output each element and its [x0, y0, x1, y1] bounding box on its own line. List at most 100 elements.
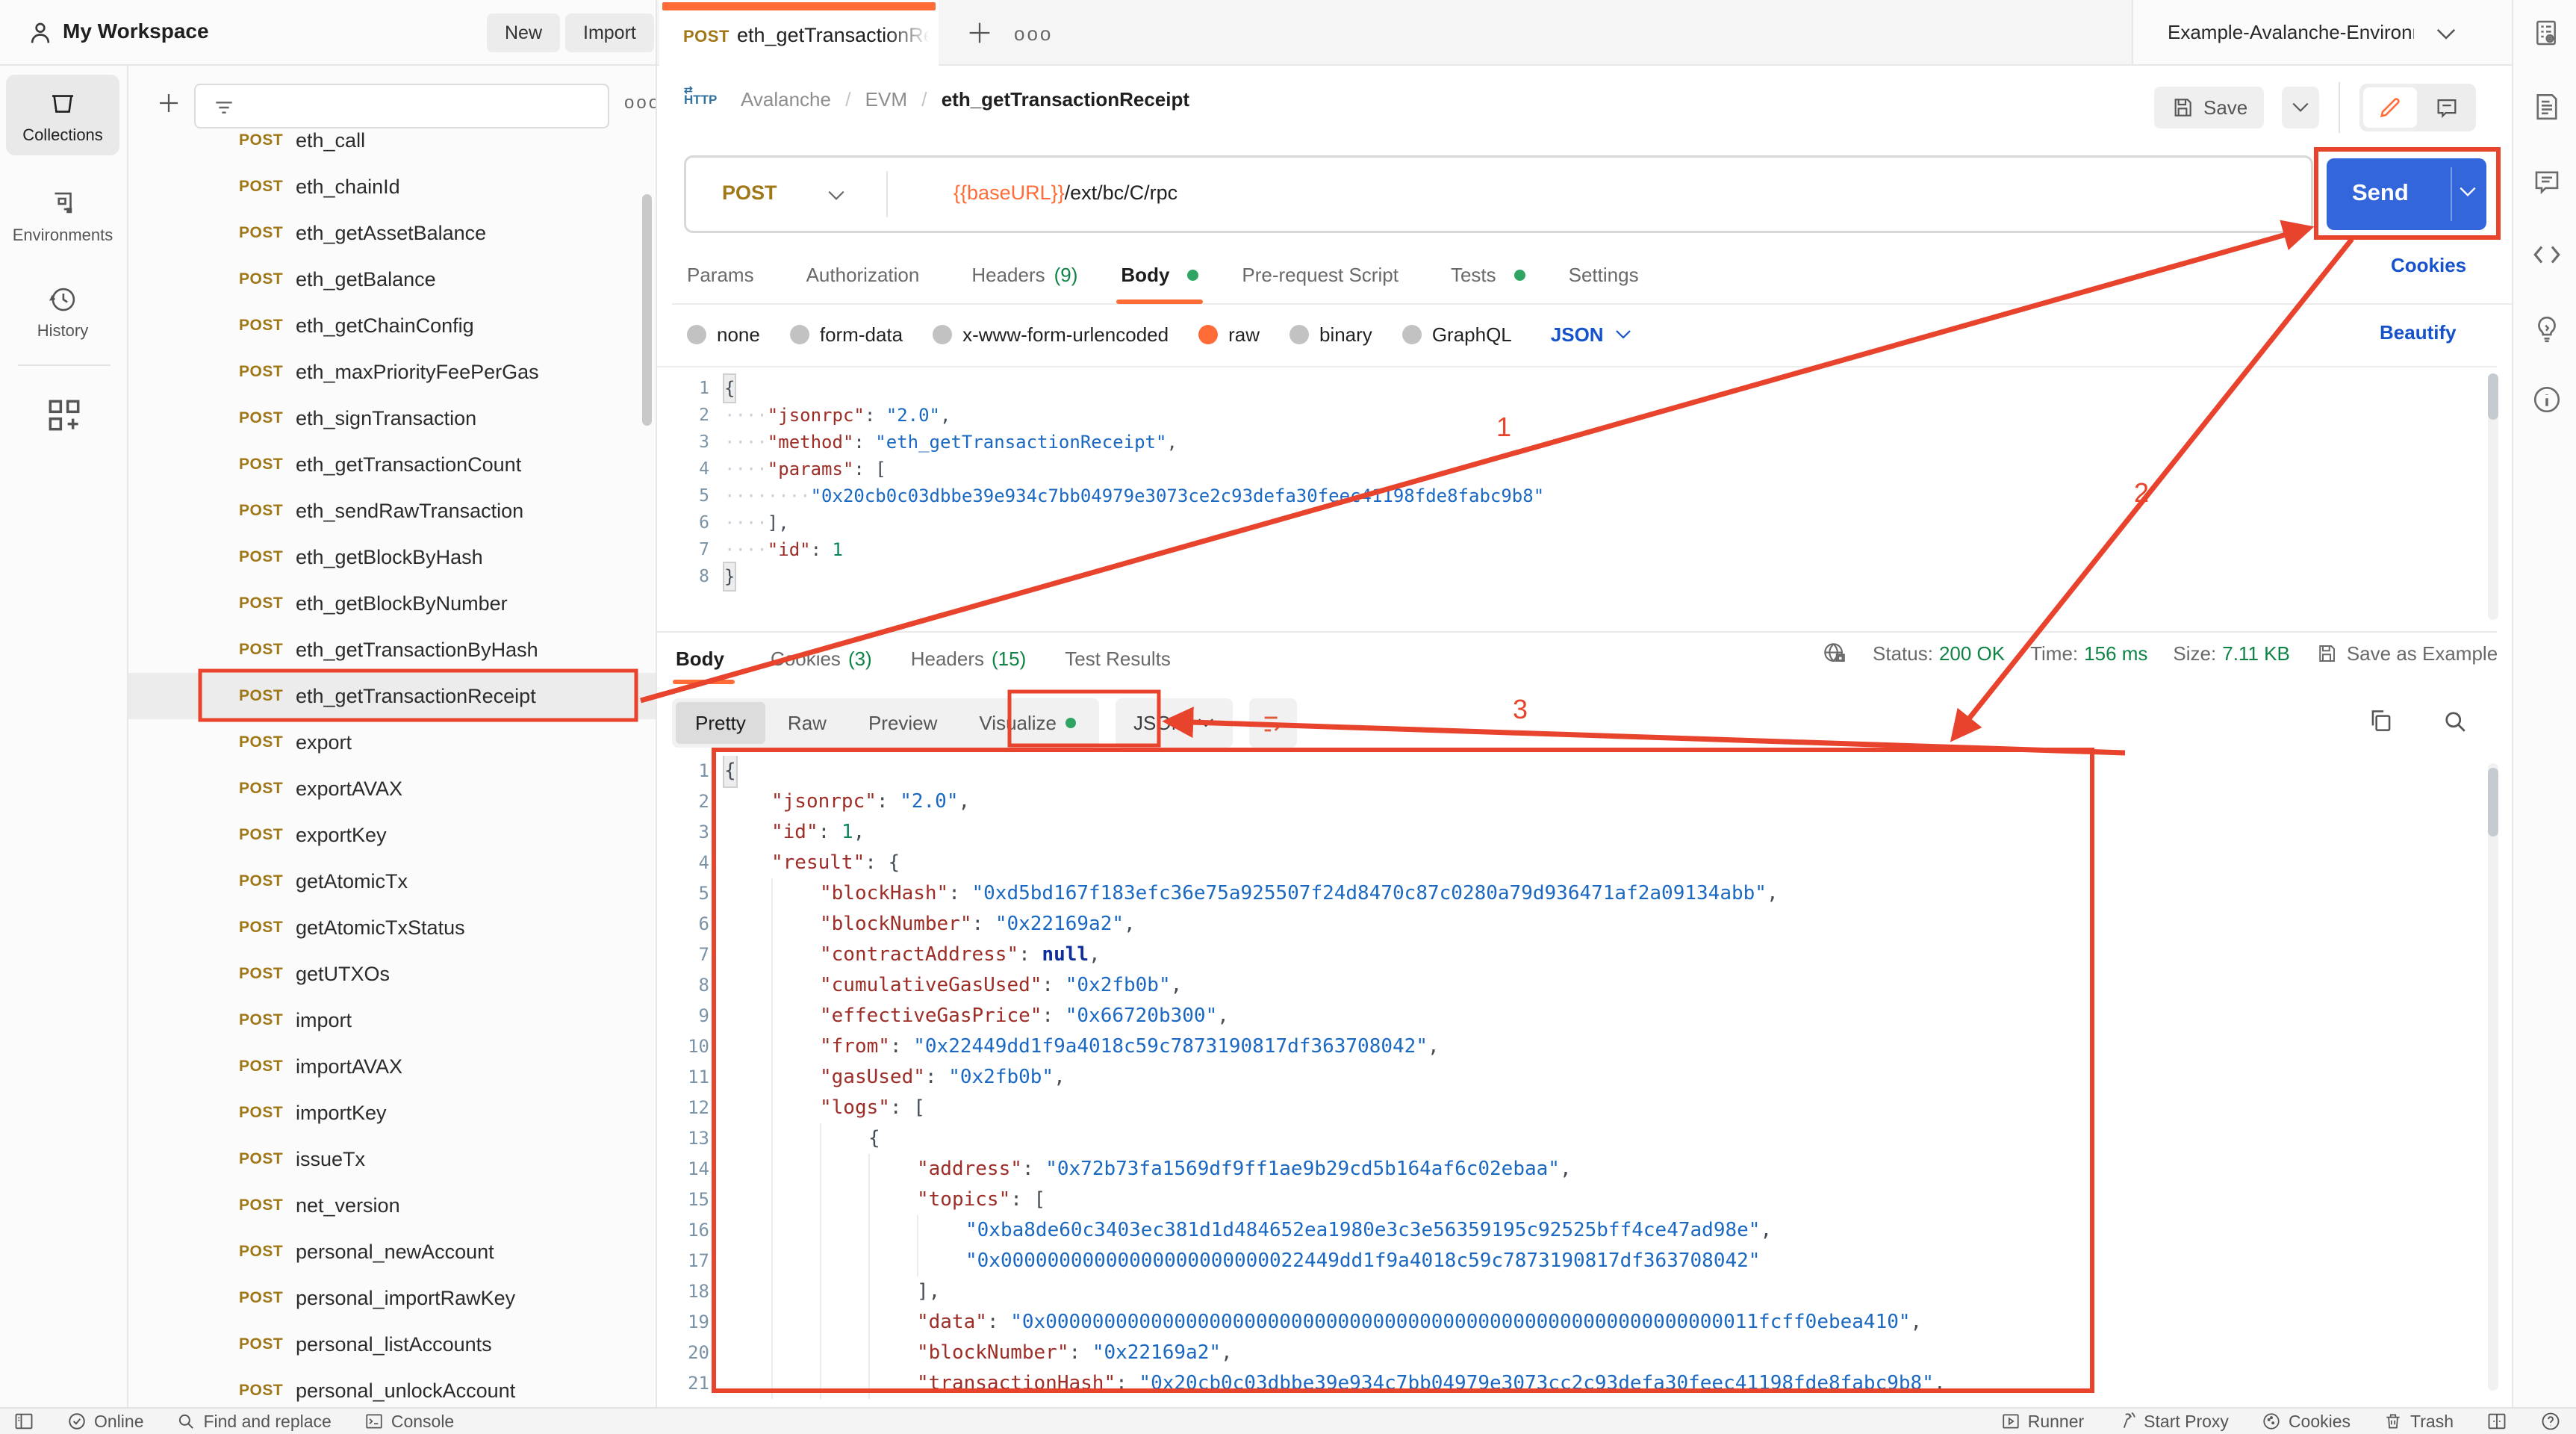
new-button[interactable]: New — [487, 13, 561, 52]
sidebar-request-item[interactable]: POST eth_chainId — [128, 164, 656, 210]
scrollbar-thumb[interactable] — [2488, 768, 2498, 836]
code-snippet-icon[interactable] — [2531, 239, 2563, 270]
sidebar-request-item[interactable]: POST eth_sendRawTransaction — [128, 488, 656, 534]
sidebar-request-item[interactable]: POST issueTx — [128, 1136, 656, 1182]
add-collection-plus-icon[interactable] — [155, 90, 182, 117]
new-tab-plus-icon[interactable] — [965, 18, 995, 48]
sidebar-request-item[interactable]: POST exportKey — [128, 812, 656, 858]
sidebar-scrollbar[interactable] — [642, 194, 652, 426]
request-tab-item[interactable]: Headers (9) — [971, 246, 1077, 304]
globe-lock-icon[interactable] — [1822, 641, 1847, 666]
response-tab-item[interactable]: Test Results — [1065, 635, 1178, 683]
response-scrollbar[interactable] — [2488, 763, 2498, 1391]
breadcrumb-collection[interactable]: Avalanche — [741, 88, 831, 111]
view-tab[interactable]: Visualize — [959, 702, 1095, 744]
runner-button[interactable]: Runner — [2001, 1412, 2084, 1432]
sidebar-request-item[interactable]: POST export — [128, 719, 656, 766]
sidebar-request-item[interactable]: POST getAtomicTxStatus — [128, 904, 656, 951]
scrollbar-thumb[interactable] — [2488, 373, 2498, 420]
trash-button[interactable]: Trash — [2383, 1412, 2454, 1432]
response-language-select[interactable]: JSON — [1116, 698, 1233, 748]
bulb-icon[interactable] — [2531, 314, 2563, 345]
request-tab-item[interactable]: Authorization — [806, 246, 929, 304]
request-tab[interactable]: POST eth_getTransactionRece — [659, 0, 939, 66]
sidebar-request-item[interactable]: POST importKey — [128, 1090, 656, 1136]
search-icon[interactable] — [2442, 708, 2468, 735]
info-icon[interactable] — [2531, 384, 2563, 415]
sidebar-more-options-icon[interactable]: ooo — [624, 93, 656, 114]
url-input[interactable]: {{baseURL}}/ext/bc/C/rpc — [953, 181, 1177, 205]
sidebar-request-item[interactable]: POST personal_newAccount — [128, 1229, 656, 1275]
request-body-editor[interactable]: 1{2 ···· "jsonrpc": "2.0", 3 ···· "method": "… — [657, 366, 2497, 632]
request-tab-item[interactable]: Pre-request Script — [1242, 246, 1407, 304]
sidebar-request-item[interactable]: POST eth_getTransactionReceipt — [128, 673, 656, 719]
cookies-button[interactable]: Cookies — [2262, 1412, 2351, 1432]
help-icon[interactable] — [2540, 1411, 2561, 1432]
body-type-radio[interactable]: form-data — [789, 323, 903, 347]
sidebar-request-item[interactable]: POST personal_importRawKey — [128, 1275, 656, 1321]
body-type-radio[interactable]: raw — [1198, 323, 1260, 347]
wrap-lines-icon[interactable] — [1249, 698, 1298, 748]
response-body-viewer[interactable]: 1{2 "jsonrpc": "2.0", 3 "id": 1, 4 "result": … — [657, 756, 2479, 1407]
body-type-radio[interactable]: none — [687, 323, 760, 347]
sidebar-request-item[interactable]: POST net_version — [128, 1182, 656, 1229]
send-options-chevron[interactable] — [2458, 185, 2477, 199]
rail-item-collections[interactable]: Collections — [6, 75, 119, 155]
sidebar-toggle-icon[interactable] — [13, 1411, 34, 1432]
response-tab-item[interactable]: Body — [673, 635, 735, 684]
response-tab-item[interactable]: Cookies (3) — [771, 635, 872, 683]
console-button[interactable]: Console — [364, 1412, 454, 1432]
request-tab-item[interactable]: Tests — [1451, 246, 1525, 304]
comments-icon[interactable] — [2531, 166, 2563, 197]
workspace-title[interactable]: My Workspace — [63, 19, 209, 43]
sidebar-request-item[interactable]: POST eth_getTransactionCount — [128, 441, 656, 488]
comment-icon[interactable] — [2422, 87, 2471, 128]
method-select[interactable]: POST — [722, 181, 777, 205]
environment-selector[interactable]: Example-Avalanche-Environme — [2132, 0, 2512, 66]
breadcrumb-folder[interactable]: EVM — [865, 88, 907, 111]
cookies-link[interactable]: Cookies — [2391, 254, 2466, 277]
request-tab-item[interactable]: Body — [1116, 246, 1204, 304]
beautify-link[interactable]: Beautify — [2380, 321, 2457, 344]
online-status[interactable]: Online — [67, 1412, 143, 1432]
send-button[interactable]: Send — [2327, 158, 2486, 230]
view-tab[interactable]: Preview — [849, 702, 956, 744]
find-and-replace[interactable]: Find and replace — [176, 1412, 332, 1432]
save-button[interactable]: Save — [2154, 87, 2265, 128]
pencil-icon[interactable] — [2363, 87, 2417, 128]
response-tab-item[interactable]: Headers (15) — [911, 635, 1027, 683]
body-type-radio[interactable]: x-www-form-urlencoded — [933, 323, 1169, 347]
sidebar-request-item[interactable]: POST personal_unlockAccount — [128, 1368, 656, 1407]
sidebar-request-item[interactable]: POST exportAVAX — [128, 766, 656, 812]
view-tab[interactable]: Pretty — [676, 702, 765, 744]
language-select[interactable]: JSON — [1551, 323, 1632, 347]
sidebar-request-item[interactable]: POST getUTXOs — [128, 951, 656, 997]
sidebar-request-item[interactable]: POST eth_getBlockByHash — [128, 534, 656, 580]
sidebar-request-item[interactable]: POST importAVAX — [128, 1043, 656, 1090]
save-options-chevron[interactable] — [2282, 87, 2319, 128]
split-panel-icon[interactable] — [2486, 1411, 2507, 1432]
body-type-radio[interactable]: GraphQL — [1401, 323, 1512, 347]
tab-more-options-icon[interactable]: ooo — [1014, 22, 1053, 46]
sidebar-request-item[interactable]: POST eth_getBalance — [128, 256, 656, 302]
view-tab[interactable]: Raw — [768, 702, 846, 744]
body-type-radio[interactable]: binary — [1289, 323, 1372, 347]
sidebar-request-item[interactable]: POST eth_maxPriorityFeePerGas — [128, 349, 656, 395]
request-tab-item[interactable]: Settings — [1569, 246, 1648, 304]
request-tab-item[interactable]: Params — [687, 246, 763, 304]
editor-scrollbar[interactable] — [2488, 373, 2498, 620]
sidebar-request-item[interactable]: POST getAtomicTx — [128, 858, 656, 904]
save-as-example-button[interactable]: Save as Example — [2315, 642, 2498, 665]
rail-item-history[interactable]: History — [6, 273, 119, 351]
sidebar-request-item[interactable]: POST eth_getTransactionByHash — [128, 627, 656, 673]
sidebar-request-item[interactable]: POST eth_getAssetBalance — [128, 210, 656, 256]
sidebar-request-item[interactable]: POST personal_listAccounts — [128, 1321, 656, 1368]
start-proxy-button[interactable]: Start Proxy — [2117, 1412, 2229, 1432]
sidebar-request-item[interactable]: POST import — [128, 997, 656, 1043]
documentation-icon[interactable] — [2531, 91, 2563, 122]
grid-add-icon[interactable] — [43, 394, 85, 436]
rail-item-environments[interactable]: Environments — [6, 178, 119, 255]
sidebar-request-item[interactable]: POST eth_signTransaction — [128, 395, 656, 441]
sidebar-request-item[interactable]: POST eth_getChainConfig — [128, 302, 656, 349]
import-button[interactable]: Import — [565, 13, 654, 52]
